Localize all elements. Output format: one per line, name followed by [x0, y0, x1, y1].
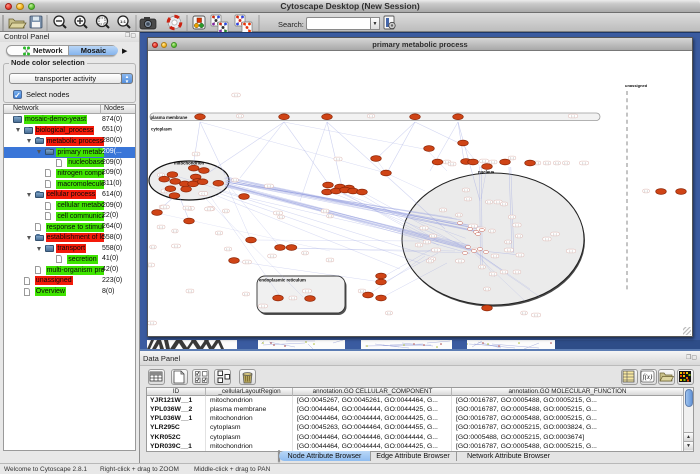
svg-text:(··): (··) — [434, 248, 438, 252]
svg-text:(··): (··) — [148, 263, 152, 267]
svg-text:(··): (··) — [545, 161, 549, 165]
svg-text:(··): (··) — [510, 215, 514, 219]
svg-text:(··): (··) — [490, 229, 494, 233]
svg-text:(··): (··) — [564, 161, 568, 165]
svg-text:(··): (··) — [245, 260, 249, 264]
svg-text:(··): (··) — [464, 188, 468, 192]
svg-text:(··): (··) — [522, 311, 526, 315]
svg-text:(··): (··) — [328, 258, 332, 262]
svg-text:(··): (··) — [518, 253, 522, 257]
svg-text:(··): (··) — [482, 159, 486, 163]
svg-text:(··): (··) — [422, 226, 426, 230]
svg-text:(··): (··) — [217, 231, 221, 235]
svg-text:(··): (··) — [582, 161, 586, 165]
svg-text:(··): (··) — [458, 259, 462, 263]
svg-text:(··): (··) — [425, 240, 429, 244]
svg-text:(··): (··) — [569, 249, 573, 253]
svg-text:(··): (··) — [174, 244, 178, 248]
svg-text:(··): (··) — [480, 265, 484, 269]
svg-text:(··): (··) — [535, 161, 539, 165]
svg-text:cytoplasm: cytoplasm — [151, 127, 172, 132]
svg-text:(··): (··) — [194, 152, 198, 156]
svg-text:(··): (··) — [224, 209, 228, 213]
svg-text:endoplasmic reticulum: endoplasmic reticulum — [259, 278, 306, 283]
svg-text:(··): (··) — [261, 304, 265, 308]
svg-text:(··): (··) — [303, 251, 307, 255]
svg-text:(··): (··) — [369, 114, 373, 118]
svg-text:(··): (··) — [150, 321, 154, 325]
svg-text:(··): (··) — [457, 213, 461, 217]
svg-text:(··): (··) — [305, 289, 309, 293]
svg-text:(··): (··) — [276, 211, 280, 215]
svg-text:(··): (··) — [466, 197, 470, 201]
svg-text:(··): (··) — [233, 178, 237, 182]
svg-text:(··): (··) — [517, 234, 521, 238]
svg-text:(··): (··) — [506, 240, 510, 244]
svg-text:(··): (··) — [291, 296, 295, 300]
svg-text:(··): (··) — [244, 292, 248, 296]
svg-text:(··): (··) — [234, 93, 238, 97]
svg-text:(··): (··) — [336, 157, 340, 161]
svg-text:(··): (··) — [571, 114, 575, 118]
svg-text:(··): (··) — [270, 254, 274, 258]
svg-text:(··): (··) — [279, 215, 283, 219]
svg-text:(··): (··) — [450, 162, 454, 166]
svg-text:(··): (··) — [417, 243, 421, 247]
svg-text:(··): (··) — [553, 232, 557, 236]
svg-text:(··): (··) — [431, 234, 435, 238]
svg-text:(··): (··) — [534, 313, 538, 317]
svg-text:(··): (··) — [515, 223, 519, 227]
svg-text:(··): (··) — [428, 259, 432, 263]
svg-text:(··): (··) — [510, 156, 514, 160]
svg-text:(··): (··) — [545, 237, 549, 241]
svg-text:nucleus: nucleus — [478, 170, 495, 175]
svg-text:(··): (··) — [644, 189, 648, 193]
svg-text:(··): (··) — [387, 311, 391, 315]
svg-text:(··): (··) — [502, 270, 506, 274]
svg-text:(··): (··) — [267, 184, 271, 188]
svg-text:(··): (··) — [163, 205, 167, 209]
svg-text:(··): (··) — [515, 270, 519, 274]
svg-text:(··): (··) — [441, 208, 445, 212]
svg-text:mitochondrion: mitochondrion — [174, 161, 204, 166]
svg-text:(··): (··) — [207, 207, 211, 211]
svg-text:(··): (··) — [323, 209, 327, 213]
svg-text:(··): (··) — [238, 114, 242, 118]
svg-text:unassigned: unassigned — [625, 83, 648, 88]
svg-text:(··): (··) — [202, 192, 206, 196]
svg-text:(··): (··) — [496, 200, 500, 204]
svg-text:(··): (··) — [173, 229, 177, 233]
svg-text:(··): (··) — [188, 289, 192, 293]
svg-text:(··): (··) — [555, 161, 559, 165]
svg-text:(··): (··) — [491, 160, 495, 164]
svg-text:(··): (··) — [487, 200, 491, 204]
svg-text:plasma membrane: plasma membrane — [151, 115, 188, 120]
svg-text:(··): (··) — [159, 225, 163, 229]
svg-text:(··): (··) — [328, 214, 332, 218]
svg-text:1:1: 1:1 — [120, 19, 127, 24]
svg-text:(··): (··) — [226, 247, 230, 251]
svg-text:(··): (··) — [485, 287, 489, 291]
svg-text:(··): (··) — [493, 254, 497, 258]
svg-text:(··): (··) — [151, 245, 155, 249]
svg-text:(··): (··) — [360, 289, 364, 293]
svg-text:(··): (··) — [185, 206, 189, 210]
svg-text:(··): (··) — [471, 224, 475, 228]
svg-text:(··): (··) — [491, 272, 495, 276]
svg-text:(··): (··) — [502, 202, 506, 206]
svg-text:(··): (··) — [507, 248, 511, 252]
